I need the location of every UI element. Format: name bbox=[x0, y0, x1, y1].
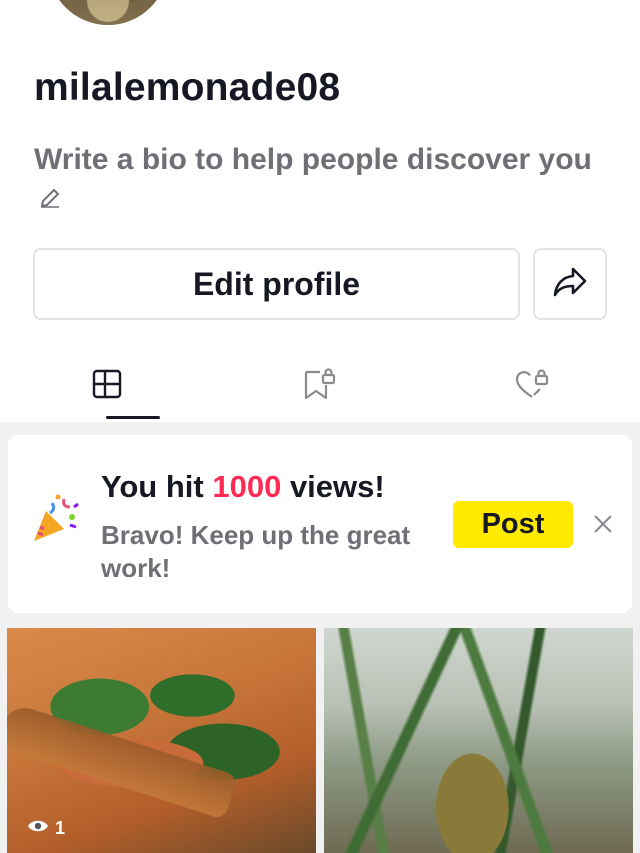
milestone-card: You hit 1000 views! Bravo! Keep up the g… bbox=[8, 435, 632, 613]
view-count-value: 1 bbox=[55, 818, 66, 838]
heart-lock-icon bbox=[514, 367, 552, 406]
party-popper-icon bbox=[30, 493, 82, 550]
video-thumbnail[interactable]: 1 bbox=[7, 628, 316, 853]
milestone-subtitle: Bravo! Keep up the great work! bbox=[101, 520, 411, 583]
bio-text: Write a bio to help people discover you bbox=[34, 143, 592, 176]
milestone-title-prefix: You hit bbox=[101, 469, 213, 504]
view-count: 1 bbox=[27, 818, 65, 839]
tab-liked[interactable] bbox=[427, 350, 640, 422]
share-profile-button[interactable] bbox=[533, 248, 607, 320]
bookmark-lock-icon bbox=[302, 367, 338, 406]
post-button[interactable]: Post bbox=[453, 501, 573, 548]
tab-videos[interactable] bbox=[0, 350, 213, 422]
profile-tabs bbox=[0, 350, 640, 422]
grid-icon bbox=[91, 368, 123, 405]
pencil-icon[interactable] bbox=[38, 181, 62, 221]
active-tab-indicator bbox=[106, 416, 160, 419]
tab-favorites[interactable] bbox=[213, 350, 426, 422]
bio-placeholder[interactable]: Write a bio to help people discover you bbox=[34, 140, 594, 221]
edit-profile-button[interactable]: Edit profile bbox=[33, 248, 520, 320]
video-thumbnail[interactable] bbox=[324, 628, 633, 853]
eye-icon bbox=[27, 818, 49, 839]
milestone-title: You hit 1000 views! bbox=[101, 469, 385, 505]
milestone-count: 1000 bbox=[212, 469, 282, 504]
thumbnail-image bbox=[7, 702, 239, 820]
share-icon bbox=[551, 265, 589, 304]
avatar[interactable] bbox=[48, 0, 168, 25]
close-icon[interactable] bbox=[592, 513, 614, 535]
username: milalemonade08 bbox=[34, 66, 341, 109]
milestone-title-suffix: views! bbox=[281, 469, 385, 504]
